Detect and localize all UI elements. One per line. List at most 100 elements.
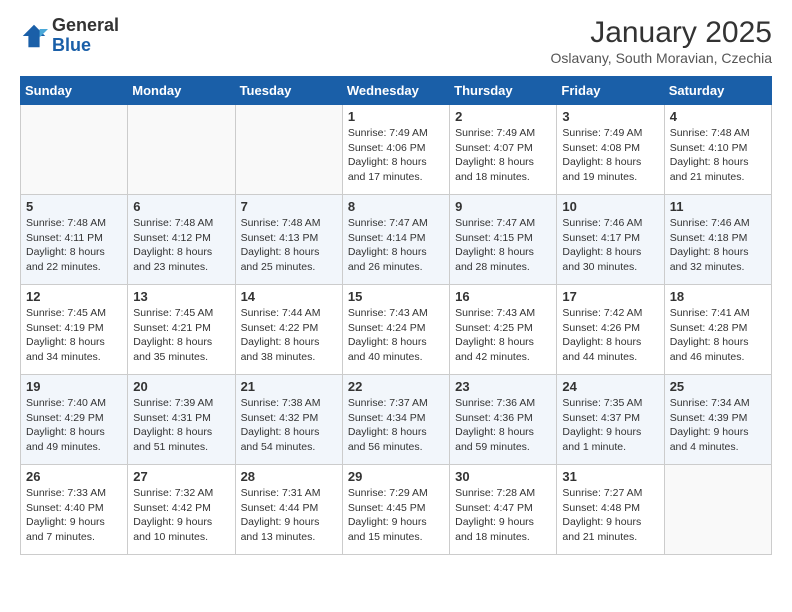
day-info: Sunrise: 7:27 AMSunset: 4:48 PMDaylight:… — [562, 486, 658, 545]
page-header: General Blue January 2025 Oslavany, Sout… — [20, 16, 772, 66]
month-title: January 2025 — [550, 16, 772, 50]
day-info: Sunrise: 7:35 AMSunset: 4:37 PMDaylight:… — [562, 396, 658, 455]
day-number: 5 — [26, 199, 122, 214]
day-number: 14 — [241, 289, 337, 304]
calendar-cell: 11 Sunrise: 7:46 AMSunset: 4:18 PMDayligh… — [664, 195, 771, 285]
calendar-cell: 18 Sunrise: 7:41 AMSunset: 4:28 PMDayligh… — [664, 285, 771, 375]
calendar-cell: 13Sunrise: 7:45 AMSunset: 4:21 PMDayligh… — [128, 285, 235, 375]
logo-blue-label: Blue — [52, 36, 119, 56]
day-info: Sunrise: 7:48 AMSunset: 4:11 PMDaylight:… — [26, 216, 122, 275]
col-wednesday: Wednesday — [342, 77, 449, 105]
calendar-table: Sunday Monday Tuesday Wednesday Thursday… — [20, 76, 772, 555]
day-number: 19 — [26, 379, 122, 394]
day-number: 4 — [670, 109, 766, 124]
day-number: 11 — [670, 199, 766, 214]
day-info: Sunrise: 7:48 AMSunset: 4:12 PMDaylight:… — [133, 216, 229, 275]
day-info: Sunrise: 7:43 AMSunset: 4:24 PMDaylight:… — [348, 306, 444, 365]
day-info: Sunrise: 7:44 AMSunset: 4:22 PMDaylight:… — [241, 306, 337, 365]
calendar-cell — [235, 105, 342, 195]
calendar-cell: 4 Sunrise: 7:48 AMSunset: 4:10 PMDaylight… — [664, 105, 771, 195]
day-info: Sunrise: 7:42 AMSunset: 4:26 PMDaylight:… — [562, 306, 658, 365]
week-row-4: 19 Sunrise: 7:40 AMSunset: 4:29 PMDayligh… — [21, 375, 772, 465]
calendar-cell: 10 Sunrise: 7:46 AMSunset: 4:17 PMDayligh… — [557, 195, 664, 285]
day-number: 20 — [133, 379, 229, 394]
calendar-cell: 5 Sunrise: 7:48 AMSunset: 4:11 PMDaylight… — [21, 195, 128, 285]
day-number: 1 — [348, 109, 444, 124]
day-info: Sunrise: 7:47 AMSunset: 4:14 PMDaylight:… — [348, 216, 444, 275]
day-info: Sunrise: 7:41 AMSunset: 4:28 PMDaylight:… — [670, 306, 766, 365]
calendar-cell — [21, 105, 128, 195]
day-info: Sunrise: 7:34 AMSunset: 4:39 PMDaylight:… — [670, 396, 766, 455]
day-number: 26 — [26, 469, 122, 484]
calendar-cell — [128, 105, 235, 195]
calendar-cell: 12Sunrise: 7:45 AMSunset: 4:19 PMDayligh… — [21, 285, 128, 375]
day-number: 17 — [562, 289, 658, 304]
logo-general-label: General — [52, 16, 119, 36]
calendar-cell: 3 Sunrise: 7:49 AMSunset: 4:08 PMDaylight… — [557, 105, 664, 195]
logo: General Blue — [20, 16, 119, 56]
calendar-cell: 21 Sunrise: 7:38 AMSunset: 4:32 PMDayligh… — [235, 375, 342, 465]
col-thursday: Thursday — [450, 77, 557, 105]
day-number: 27 — [133, 469, 229, 484]
page-container: General Blue January 2025 Oslavany, Sout… — [0, 0, 792, 565]
calendar-cell: 29 Sunrise: 7:29 AMSunset: 4:45 PMDayligh… — [342, 465, 449, 555]
day-number: 15 — [348, 289, 444, 304]
day-number: 7 — [241, 199, 337, 214]
day-number: 3 — [562, 109, 658, 124]
day-info: Sunrise: 7:46 AMSunset: 4:18 PMDaylight:… — [670, 216, 766, 275]
calendar-cell: 2Sunrise: 7:49 AMSunset: 4:07 PMDaylight… — [450, 105, 557, 195]
day-number: 31 — [562, 469, 658, 484]
day-number: 21 — [241, 379, 337, 394]
calendar-cell: 31 Sunrise: 7:27 AMSunset: 4:48 PMDayligh… — [557, 465, 664, 555]
title-block: January 2025 Oslavany, South Moravian, C… — [550, 16, 772, 66]
calendar-cell: 9 Sunrise: 7:47 AMSunset: 4:15 PMDaylight… — [450, 195, 557, 285]
day-info: Sunrise: 7:45 AMSunset: 4:19 PMDaylight:… — [26, 306, 122, 365]
col-sunday: Sunday — [21, 77, 128, 105]
day-info: Sunrise: 7:48 AMSunset: 4:13 PMDaylight:… — [241, 216, 337, 275]
day-info: Sunrise: 7:46 AMSunset: 4:17 PMDaylight:… — [562, 216, 658, 275]
day-info: Sunrise: 7:47 AMSunset: 4:15 PMDaylight:… — [455, 216, 551, 275]
week-row-1: 1 Sunrise: 7:49 AMSunset: 4:06 PMDaylight… — [21, 105, 772, 195]
calendar-cell: 1 Sunrise: 7:49 AMSunset: 4:06 PMDaylight… — [342, 105, 449, 195]
day-number: 25 — [670, 379, 766, 394]
day-info: Sunrise: 7:37 AMSunset: 4:34 PMDaylight:… — [348, 396, 444, 455]
location-subtitle: Oslavany, South Moravian, Czechia — [550, 50, 772, 66]
logo-text: General Blue — [52, 16, 119, 56]
day-info: Sunrise: 7:40 AMSunset: 4:29 PMDaylight:… — [26, 396, 122, 455]
week-row-2: 5 Sunrise: 7:48 AMSunset: 4:11 PMDaylight… — [21, 195, 772, 285]
day-info: Sunrise: 7:49 AMSunset: 4:08 PMDaylight:… — [562, 126, 658, 185]
day-info: Sunrise: 7:31 AMSunset: 4:44 PMDaylight:… — [241, 486, 337, 545]
day-number: 9 — [455, 199, 551, 214]
logo-icon — [20, 22, 48, 50]
day-number: 8 — [348, 199, 444, 214]
day-number: 16 — [455, 289, 551, 304]
col-saturday: Saturday — [664, 77, 771, 105]
day-info: Sunrise: 7:32 AMSunset: 4:42 PMDaylight:… — [133, 486, 229, 545]
day-number: 13 — [133, 289, 229, 304]
day-number: 18 — [670, 289, 766, 304]
calendar-cell: 30 Sunrise: 7:28 AMSunset: 4:47 PMDayligh… — [450, 465, 557, 555]
day-number: 22 — [348, 379, 444, 394]
day-info: Sunrise: 7:38 AMSunset: 4:32 PMDaylight:… — [241, 396, 337, 455]
day-number: 30 — [455, 469, 551, 484]
calendar-cell: 20Sunrise: 7:39 AMSunset: 4:31 PMDayligh… — [128, 375, 235, 465]
day-info: Sunrise: 7:28 AMSunset: 4:47 PMDaylight:… — [455, 486, 551, 545]
day-number: 29 — [348, 469, 444, 484]
calendar-cell: 24Sunrise: 7:35 AMSunset: 4:37 PMDayligh… — [557, 375, 664, 465]
day-number: 10 — [562, 199, 658, 214]
calendar-cell: 7 Sunrise: 7:48 AMSunset: 4:13 PMDaylight… — [235, 195, 342, 285]
day-info: Sunrise: 7:36 AMSunset: 4:36 PMDaylight:… — [455, 396, 551, 455]
day-number: 2 — [455, 109, 551, 124]
calendar-cell: 22 Sunrise: 7:37 AMSunset: 4:34 PMDayligh… — [342, 375, 449, 465]
day-number: 6 — [133, 199, 229, 214]
calendar-cell: 23Sunrise: 7:36 AMSunset: 4:36 PMDayligh… — [450, 375, 557, 465]
day-info: Sunrise: 7:29 AMSunset: 4:45 PMDaylight:… — [348, 486, 444, 545]
calendar-cell: 25 Sunrise: 7:34 AMSunset: 4:39 PMDayligh… — [664, 375, 771, 465]
day-info: Sunrise: 7:49 AMSunset: 4:06 PMDaylight:… — [348, 126, 444, 185]
calendar-cell: 15 Sunrise: 7:43 AMSunset: 4:24 PMDayligh… — [342, 285, 449, 375]
day-info: Sunrise: 7:33 AMSunset: 4:40 PMDaylight:… — [26, 486, 122, 545]
week-row-3: 12Sunrise: 7:45 AMSunset: 4:19 PMDayligh… — [21, 285, 772, 375]
calendar-cell: 28Sunrise: 7:31 AMSunset: 4:44 PMDayligh… — [235, 465, 342, 555]
calendar-cell: 19 Sunrise: 7:40 AMSunset: 4:29 PMDayligh… — [21, 375, 128, 465]
day-info: Sunrise: 7:48 AMSunset: 4:10 PMDaylight:… — [670, 126, 766, 185]
